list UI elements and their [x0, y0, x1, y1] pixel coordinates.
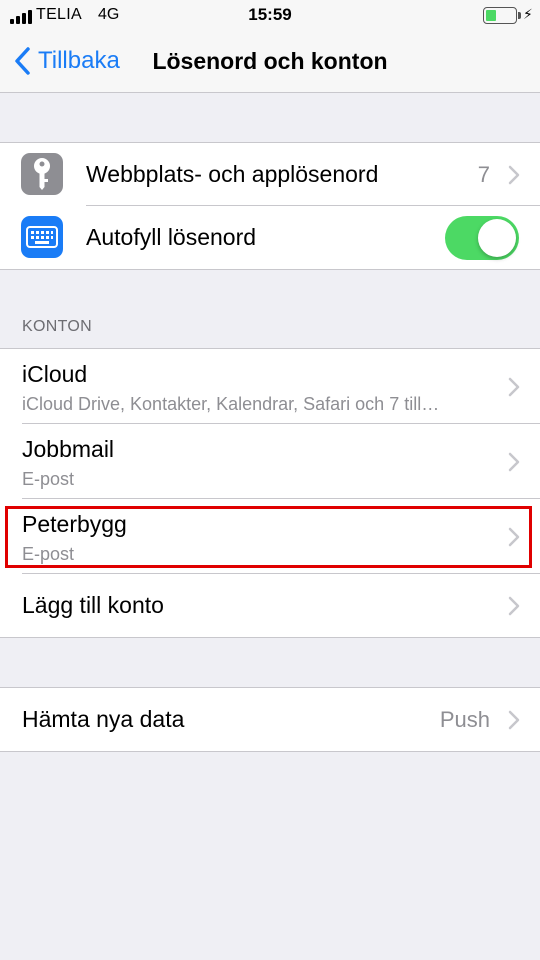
account-row-jobbmail[interactable]: Jobbmail E-post: [0, 424, 540, 499]
status-time: 15:59: [248, 5, 292, 24]
account-row-icloud[interactable]: iCloud iCloud Drive, Kontakter, Kalendra…: [0, 349, 540, 424]
website-passwords-row[interactable]: Webbplats- och applösenord 7: [0, 143, 540, 206]
toggle-knob: [478, 219, 516, 257]
accounts-section-header: KONTON: [22, 318, 92, 335]
keyboard-icon: [21, 216, 63, 258]
account-name: iCloud: [22, 361, 88, 387]
account-detail: E-post: [22, 544, 75, 564]
charging-bolt-icon: ⚡︎: [523, 6, 533, 22]
account-row-peterbygg[interactable]: Peterbygg E-post: [0, 499, 540, 574]
chevron-right-icon: [508, 452, 520, 472]
add-account-row[interactable]: Lägg till konto: [0, 574, 540, 637]
fetch-new-data-row[interactable]: Hämta nya data Push: [0, 688, 540, 751]
account-name: Jobbmail: [22, 436, 115, 462]
page-title: Lösenord och konton: [152, 48, 388, 74]
status-bar: TELIA 4G 15:59 ⚡︎: [0, 0, 540, 32]
account-detail: iCloud Drive, Kontakter, Kalendrar, Safa…: [22, 394, 440, 414]
autofill-label: Autofyll lösenord: [86, 224, 257, 250]
key-icon: [21, 153, 63, 195]
battery-icon: [483, 7, 517, 24]
website-passwords-label: Webbplats- och applösenord: [86, 161, 379, 187]
autofill-toggle[interactable]: [445, 216, 519, 260]
account-name: Peterbygg: [22, 511, 127, 537]
accounts-group: iCloud iCloud Drive, Kontakter, Kalendra…: [0, 348, 540, 638]
chevron-right-icon: [508, 596, 520, 616]
passwords-group: Webbplats- och applösenord 7 Autofyll lö…: [0, 142, 540, 270]
fetch-new-data-value: Push: [439, 707, 490, 732]
chevron-right-icon: [508, 527, 520, 547]
account-detail: E-post: [22, 469, 75, 489]
add-account-label: Lägg till konto: [22, 592, 164, 618]
website-passwords-count: 7: [477, 162, 490, 187]
fetch-group: Hämta nya data Push: [0, 687, 540, 752]
autofill-row: Autofyll lösenord: [0, 206, 540, 269]
chevron-right-icon: [508, 377, 520, 397]
chevron-right-icon: [508, 165, 520, 185]
battery-tip: [518, 12, 521, 19]
navigation-bar: Tillbaka Lösenord och konton: [0, 32, 540, 93]
fetch-new-data-label: Hämta nya data: [22, 706, 185, 732]
chevron-right-icon: [508, 710, 520, 730]
